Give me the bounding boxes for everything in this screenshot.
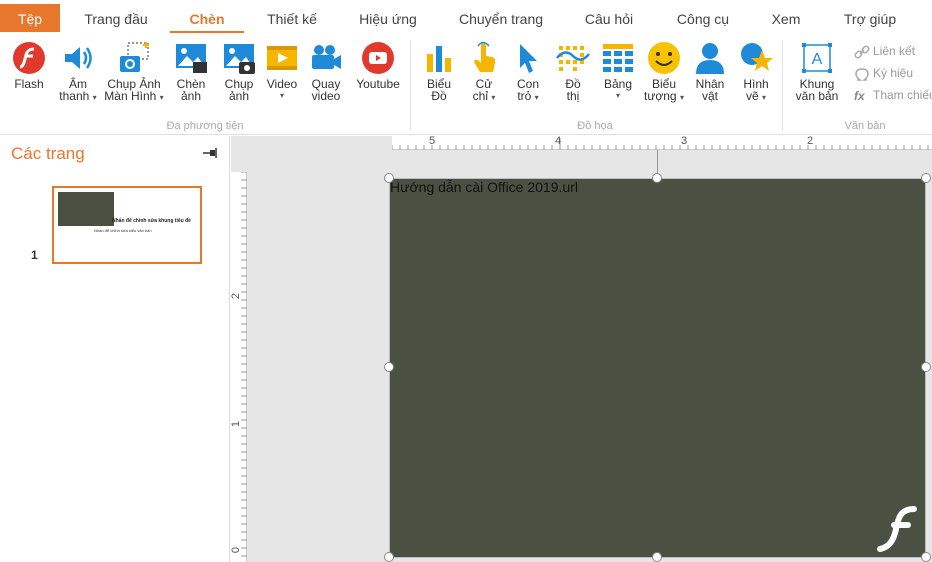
group-label-text: Văn bản: [844, 120, 886, 132]
smiley-icon: [648, 42, 680, 74]
insert-icon-button[interactable]: Biểu tượng ▾: [642, 40, 686, 104]
chevron-down-icon: ▾: [534, 93, 539, 102]
thumbnail-subtitle: Nhấn để chỉnh sửa kiểu văn bản: [94, 228, 152, 233]
textbox-icon: A: [802, 43, 832, 73]
image-icon: [176, 44, 207, 73]
video-button[interactable]: Video ▾: [262, 40, 302, 102]
ruler-label: 0: [230, 546, 243, 554]
menu-bar: Tệp Trang đầu Chèn Thiết kế Hiệu ứng Chu…: [0, 0, 932, 36]
chevron-down-icon: ▾: [92, 93, 97, 102]
resize-handle[interactable]: [384, 173, 394, 183]
link-icon: [854, 45, 870, 59]
youtube-icon: [362, 42, 394, 74]
tab-help[interactable]: Trợ giúp: [832, 0, 908, 36]
group-label-graphics: Đồ họa: [577, 120, 613, 132]
textbox-button[interactable]: A Khung văn bản: [792, 40, 842, 102]
insert-image-button[interactable]: Chèn ảnh: [170, 40, 212, 102]
table-button[interactable]: Bảng ▾: [598, 40, 638, 102]
tab-view[interactable]: Xem: [762, 0, 810, 36]
vertical-ruler[interactable]: 2 1 0: [230, 172, 247, 562]
youtube-button[interactable]: Youtube: [354, 40, 402, 90]
ruler-ticks: [392, 138, 929, 150]
slides-panel: Các trang 1 Nhấn để chỉnh sửa khung tiêu…: [0, 136, 230, 562]
resize-handle[interactable]: [921, 362, 931, 372]
thumbnail-title: Nhấn để chỉnh sửa khung tiêu đề: [112, 218, 191, 224]
record-video-button[interactable]: Quay video: [306, 40, 346, 102]
ruler-label: 2: [230, 292, 243, 300]
chevron-down-icon: ▾: [615, 91, 620, 100]
panel-title: Các trang: [11, 144, 85, 163]
resize-handle[interactable]: [652, 173, 662, 183]
resize-handle[interactable]: [384, 362, 394, 372]
chart-button[interactable]: Biểu Đồ: [420, 40, 458, 102]
video-camera-icon: [312, 45, 341, 69]
chevron-down-icon: ▾: [279, 91, 284, 100]
ruler-label: 1: [230, 420, 243, 428]
table-icon: [603, 44, 633, 72]
pin-icon[interactable]: [202, 146, 218, 160]
gesture-button[interactable]: Cử chỉ ▾: [464, 40, 504, 104]
function-icon: fx: [854, 88, 865, 103]
thumbnail-shape: [58, 192, 114, 226]
audio-button[interactable]: Âm thanh ▾: [56, 40, 100, 104]
tab-questions[interactable]: Câu hỏi: [574, 0, 644, 36]
svg-text:A: A: [812, 51, 823, 68]
ruler-corner: [231, 136, 247, 172]
group-separator: [410, 40, 411, 130]
graph-button[interactable]: Đồ thị: [554, 40, 592, 102]
pointer-button[interactable]: Con trỏ ▾: [508, 40, 548, 104]
horizontal-ruler[interactable]: 5 4 3 2: [392, 135, 932, 150]
ruler-label: 2: [807, 135, 814, 147]
slide-canvas[interactable]: 5 4 3 2 2 1 0 Hướng dẫn cài Office 2019.…: [230, 135, 932, 562]
ruler-ticks: [241, 172, 247, 557]
shapes-icon: [741, 43, 773, 71]
tab-transitions[interactable]: Chuyển trang: [452, 0, 550, 36]
ruler-label: 4: [555, 135, 562, 147]
group-separator: [782, 40, 783, 130]
resize-handle[interactable]: [652, 552, 662, 562]
reference-button[interactable]: fx Tham chiếu: [854, 88, 932, 103]
bar-chart-icon: [427, 46, 451, 72]
tab-home[interactable]: Trang đầu: [72, 0, 160, 36]
slide-object-label[interactable]: Hướng dẫn cài Office 2019.url: [390, 179, 578, 195]
screen-capture-icon: [120, 42, 149, 72]
screenshot-button[interactable]: Chụp Ảnh Màn Hình ▾: [104, 40, 164, 104]
character-button[interactable]: Nhân vật: [690, 40, 730, 102]
tab-design[interactable]: Thiết kế: [256, 0, 328, 36]
tab-file[interactable]: Tệp: [0, 4, 60, 32]
graph-icon: [556, 46, 590, 71]
chevron-down-icon: ▾: [679, 93, 684, 102]
ruler-label: 5: [429, 135, 436, 147]
slide-number: 1: [31, 248, 38, 262]
link-button[interactable]: Liên kết: [854, 44, 915, 59]
person-icon: [696, 43, 724, 74]
capture-image-button[interactable]: Chụp ảnh: [218, 40, 260, 102]
slide-thumbnail[interactable]: Nhấn để chỉnh sửa khung tiêu đề Nhấn để …: [52, 186, 202, 264]
tab-animations[interactable]: Hiệu ứng: [348, 0, 428, 36]
tab-tools[interactable]: Công cụ: [666, 0, 740, 36]
ruler-label: 3: [681, 135, 688, 147]
resize-handle[interactable]: [921, 552, 931, 562]
chevron-down-icon: ▾: [159, 93, 164, 102]
flash-button[interactable]: Flash: [8, 40, 50, 90]
tab-insert[interactable]: Chèn: [170, 0, 244, 36]
chevron-down-icon: ▾: [491, 93, 496, 102]
hand-pointer-icon: [474, 41, 496, 72]
cursor-icon: [520, 44, 537, 73]
flash-icon: [877, 506, 917, 552]
resize-handle[interactable]: [384, 552, 394, 562]
symbol-button[interactable]: Ký hiệu: [854, 66, 913, 81]
ribbon: Flash Âm thanh ▾ Chụp Ảnh Màn Hình ▾ Chè…: [0, 36, 932, 135]
video-icon: [267, 46, 297, 70]
slide-object[interactable]: Hướng dẫn cài Office 2019.url: [389, 178, 926, 558]
omega-icon: [855, 68, 869, 81]
shape-button[interactable]: Hình vẽ ▾: [736, 40, 776, 104]
flash-icon: [13, 42, 45, 74]
chevron-down-icon: ▾: [762, 93, 767, 102]
resize-handle[interactable]: [921, 173, 931, 183]
speaker-icon: [65, 47, 92, 69]
camera-image-icon: [224, 44, 255, 74]
group-label-media: Đa phương tiện: [166, 120, 244, 132]
